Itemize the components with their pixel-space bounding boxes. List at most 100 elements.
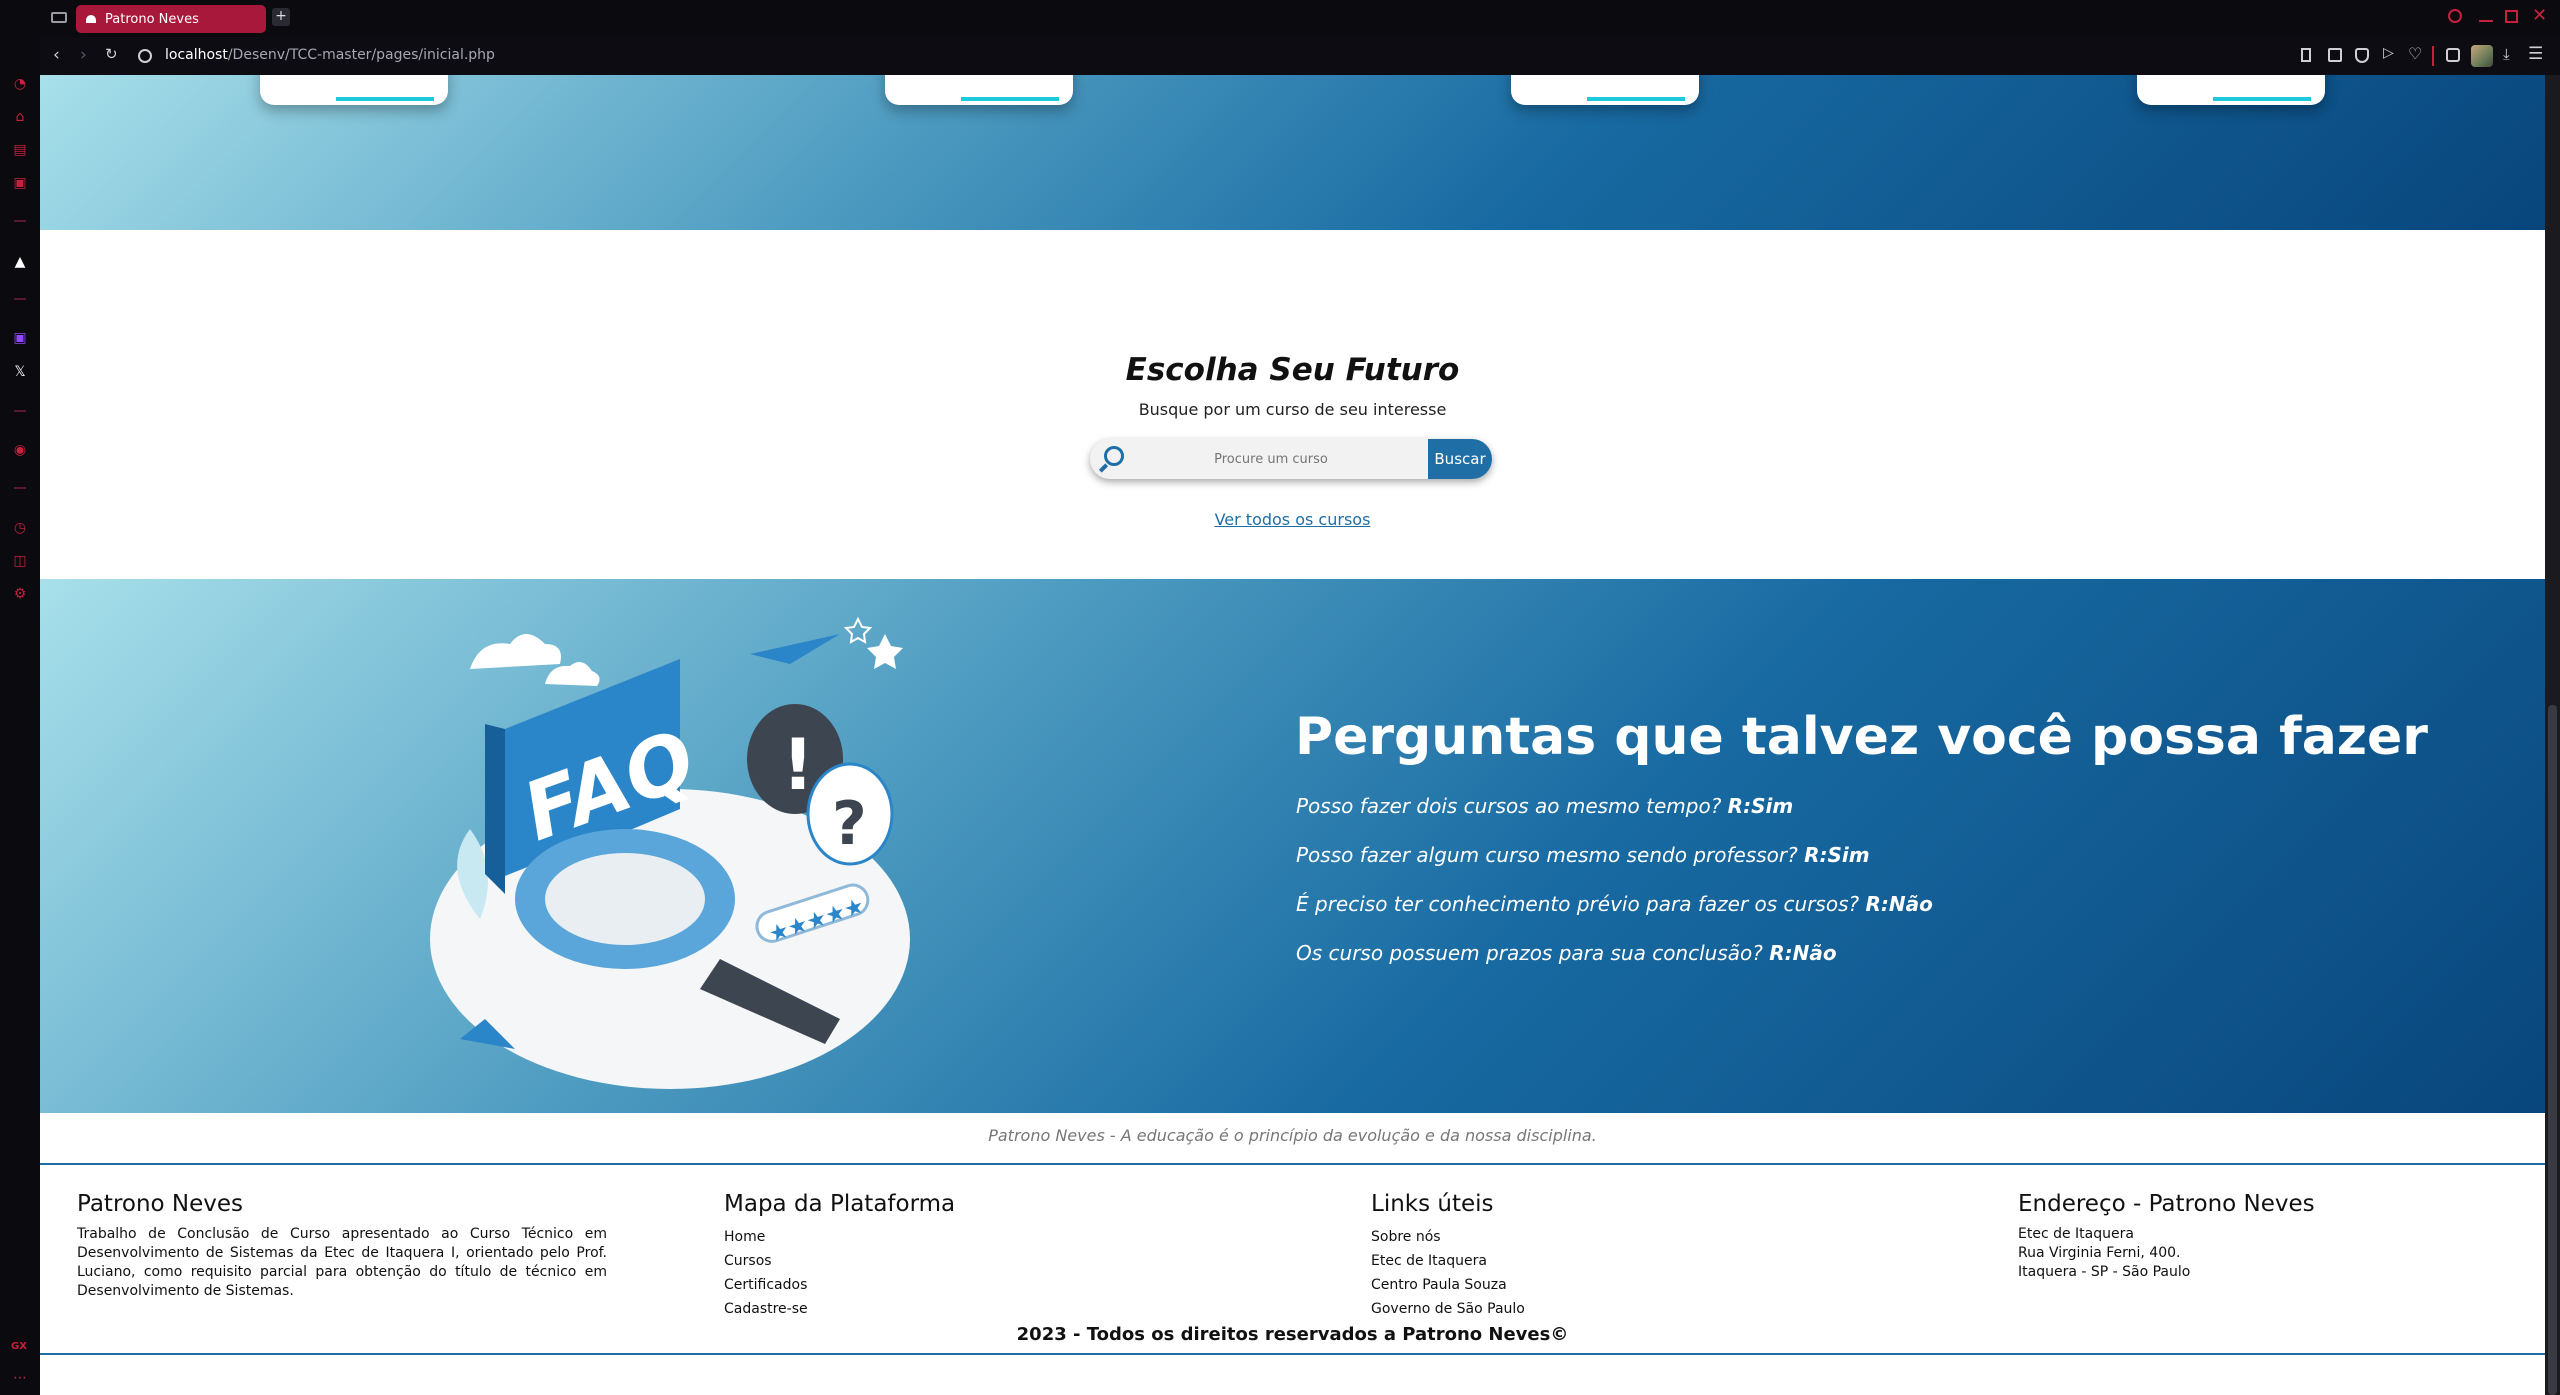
faq-item: Os curso possuem prazos para sua conclus… [1296,941,1933,990]
scrollbar-thumb[interactable] [2548,705,2557,1395]
card-accent-bar [961,97,1059,101]
browser-sidebar: ◔ ⌂ ▤ ▣ ▲ ▣ 𝕏 ◉ ◷ ◫ ⚙ GX ⋯ [0,0,40,1395]
faq-answer: R:Sim [1804,843,1870,867]
site-info-icon[interactable] [138,49,152,63]
search-title: Escolha Seu Futuro [1125,352,1460,388]
footer-about-text: Trabalho de Conclusão de Curso apresenta… [77,1226,607,1299]
history-icon[interactable]: ◷ [10,518,30,538]
faq-question: Os curso possuem prazos para sua conclus… [1296,941,1763,965]
arc-app-icon[interactable]: ▲ [10,252,30,272]
extensions-sidebar-icon[interactable]: ◫ [10,551,30,571]
forward-icon[interactable]: › [80,45,87,65]
browser-titlebar: Patrono Neves + ✕ [0,0,2560,37]
reload-icon[interactable]: ↻ [105,45,118,63]
feature-card[interactable] [260,75,448,105]
copyright: 2023 - Todos os direitos reservados a Pa… [1016,1324,1569,1345]
footer-col-sitemap: Mapa da Plataforma Home Cursos Certifica… [724,1191,1124,1321]
footer-link-home[interactable]: Home [724,1225,1124,1249]
faq-item: Posso fazer algum curso mesmo sendo prof… [1296,843,1933,892]
footer-link-etec-itaquera[interactable]: Etec de Itaquera [1371,1249,1771,1273]
player-sidebar-icon[interactable]: ◉ [10,440,30,460]
page-scrollbar[interactable] [2545,75,2560,1395]
view-all-courses-link[interactable]: Ver todos os cursos [40,510,2545,529]
sidebar-divider [14,410,26,412]
speed-dial-icon[interactable]: ◔ [10,74,30,94]
avatar[interactable] [2471,45,2493,67]
footer-top-border [40,1163,2545,1165]
footer-heading: Patrono Neves [77,1191,244,1217]
footer-col-address: Endereço - Patrono Neves Etec de Itaquer… [2018,1191,2518,1282]
settings-icon[interactable]: ⚙ [10,584,30,604]
search-button[interactable]: Buscar [1428,439,1492,479]
x-twitter-icon[interactable]: 𝕏 [10,362,30,382]
footer-link-cadastre-se[interactable]: Cadastre-se [724,1297,1124,1321]
maximize-icon[interactable] [2505,10,2518,23]
footer-heading: Endereço - Patrono Neves [2018,1191,2315,1217]
new-tab-button[interactable]: + [272,8,290,26]
snapshot-icon[interactable] [2328,48,2342,62]
address-line: Etec de Itaquera [2018,1226,2134,1242]
bookmark-icon[interactable] [2301,48,2311,62]
feature-card[interactable] [2137,75,2325,105]
gx-badge[interactable]: GX [11,1341,27,1352]
feature-card[interactable] [1511,75,1699,105]
footer-link-governo-sp[interactable]: Governo de São Paulo [1371,1297,1771,1321]
heart-icon[interactable]: ♡ [2408,44,2422,63]
url-path: /Desenv/TCC-master/pages/inicial.php [227,47,495,63]
footer-link-paula-souza[interactable]: Centro Paula Souza [1371,1273,1771,1297]
faq-title: Perguntas que talvez você possa fazer [1295,707,2428,767]
search-box: Buscar [1090,439,1492,479]
tab-title: Patrono Neves [105,11,199,27]
toolbar-divider [2432,46,2434,66]
sidebar-divider [14,220,26,222]
search-icon-handle [1098,463,1109,473]
download-icon[interactable]: ⤓ [2503,45,2510,63]
footer-link-sobre-nos[interactable]: Sobre nós [1371,1225,1771,1249]
player-icon[interactable]: ▷ [2383,45,2394,61]
hero-band [40,75,2545,230]
tab-patrono-neves[interactable]: Patrono Neves [76,5,266,33]
question-glyph: ? [832,789,867,859]
footer-link-certificados[interactable]: Certificados [724,1273,1124,1297]
faq-item: É preciso ter conhecimento prévio para f… [1296,892,1933,941]
faq-question: Posso fazer algum curso mesmo sendo prof… [1296,843,1798,867]
workspaces-icon[interactable] [51,12,67,23]
shield-icon[interactable] [2355,48,2369,63]
footer-bottom-border [40,1353,2545,1355]
search-section: Escolha Seu Futuro Busque por um curso d… [40,230,2545,579]
sidebar-divider [14,487,26,489]
messenger-icon[interactable]: ▣ [10,173,30,193]
footer-heading: Links úteis [1371,1191,1494,1217]
menu-icon[interactable]: ☰ [2528,44,2543,64]
faq-illustration: FAQ ! ? ★★★★★ [430,616,910,1089]
search-input[interactable] [1136,447,1406,471]
magnifier-lens [545,853,705,945]
music-player-icon[interactable]: ▤ [10,140,30,160]
ai-assistant-icon[interactable]: ⌂ [10,107,30,127]
faq-section: FAQ ! ? ★★★★★ Perguntas que talvez você … [40,579,2545,1113]
footer-heading: Mapa da Plataforma [724,1191,956,1217]
star-icon [867,634,903,669]
minimize-icon[interactable] [2479,20,2493,22]
close-window-icon[interactable]: ✕ [2532,6,2547,26]
feature-card[interactable] [885,75,1073,105]
cloud-shape [470,634,561,669]
faq-question: Posso fazer dois cursos ao mesmo tempo? [1296,794,1722,818]
faq-answer: R:Sim [1727,794,1794,818]
footer-col-about: Patrono Neves Trabalho de Conclusão de C… [77,1191,607,1301]
url-field[interactable]: localhost/Desenv/TCC-master/pages/inicia… [165,47,495,63]
footer-link-cursos[interactable]: Cursos [724,1249,1124,1273]
extensions-icon[interactable] [2446,48,2460,62]
search-tabs-icon[interactable] [2448,9,2462,23]
faq-answer: R:Não [1769,941,1837,965]
twitch-icon[interactable]: ▣ [10,328,30,348]
card-accent-bar [1587,97,1685,101]
faq-answer: R:Não [1865,892,1933,916]
card-accent-bar [2213,97,2311,101]
faq-item: Posso fazer dois cursos ao mesmo tempo? … [1296,794,1933,843]
back-icon[interactable]: ‹ [53,45,60,65]
page-viewport: Escolha Seu Futuro Busque por um curso d… [40,75,2545,1395]
paper-plane-icon [750,634,840,664]
footer-col-useful-links: Links úteis Sobre nós Etec de Itaquera C… [1371,1191,1771,1321]
more-icon[interactable]: ⋯ [10,1368,30,1388]
